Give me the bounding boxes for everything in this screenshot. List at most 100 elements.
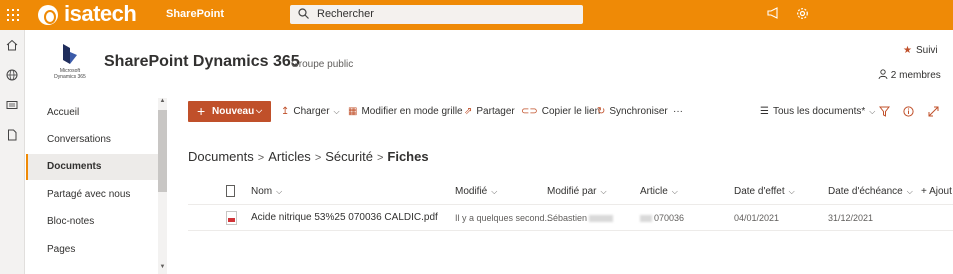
scroll-up-icon[interactable]: ▲ bbox=[158, 98, 167, 104]
command-bar: + Nouveau ⌵ ↥ Charger ⌵ ▦ Modifier en mode … bbox=[185, 98, 953, 125]
column-label: Nom bbox=[251, 186, 273, 197]
nav-item-conversations[interactable]: Conversations bbox=[26, 127, 158, 153]
upload-label: Charger bbox=[293, 106, 330, 117]
site-group-label: Groupe public bbox=[291, 59, 354, 70]
chevron-right-icon: > bbox=[376, 152, 384, 164]
view-label: Tous les documents* bbox=[772, 106, 866, 117]
nav-item-pages[interactable]: Pages bbox=[26, 237, 158, 263]
info-icon[interactable] bbox=[903, 106, 914, 120]
share-label: Partager bbox=[476, 106, 515, 117]
plus-icon: + bbox=[197, 103, 206, 119]
site-title[interactable]: SharePoint Dynamics 365 bbox=[104, 53, 300, 71]
members-label: 2 membres bbox=[890, 70, 941, 81]
waffle-icon[interactable] bbox=[0, 0, 25, 30]
redacted-text bbox=[589, 215, 614, 223]
members-button[interactable]: 2 membres bbox=[878, 69, 941, 81]
chevron-right-icon: > bbox=[257, 152, 265, 164]
search-input[interactable]: Rechercher bbox=[290, 5, 583, 24]
upload-icon: ↥ bbox=[281, 106, 290, 117]
breadcrumb-fiches: Fiches bbox=[387, 149, 429, 164]
view-selector[interactable]: ☰ Tous les documents* ⌵ bbox=[760, 106, 875, 117]
upload-button[interactable]: ↥ Charger ⌵ bbox=[281, 106, 340, 117]
nav-item-bloc-notes[interactable]: Bloc-notes bbox=[26, 209, 158, 235]
chevron-down-icon: ⌵ bbox=[491, 187, 498, 196]
grid-edit-button[interactable]: ▦ Modifier en mode grille bbox=[348, 106, 463, 117]
sync-label: Synchroniser bbox=[609, 106, 668, 117]
search-placeholder: Rechercher bbox=[317, 8, 374, 20]
chevron-down-icon: ⌵ bbox=[256, 106, 263, 115]
redacted-text bbox=[640, 215, 652, 223]
scroll-down-icon[interactable]: ▼ bbox=[158, 264, 167, 270]
scroll-thumb[interactable] bbox=[158, 110, 167, 192]
follow-button[interactable]: ★ Suivi bbox=[903, 45, 938, 56]
breadcrumb-documents[interactable]: Documents bbox=[188, 149, 254, 164]
breadcrumb-securite[interactable]: Sécurité bbox=[325, 149, 373, 164]
brand-name[interactable]: isatech bbox=[64, 1, 137, 27]
cell-modified: Il y a quelques second... bbox=[455, 213, 553, 223]
app-rail bbox=[0, 30, 25, 274]
sync-button[interactable]: ↻ Synchroniser bbox=[597, 106, 668, 117]
site-logo-caption: Microsoft Dynamics 365 bbox=[54, 68, 86, 80]
expand-icon[interactable] bbox=[928, 106, 939, 120]
home-icon[interactable] bbox=[5, 39, 19, 53]
copy-link-label: Copier le lien bbox=[541, 106, 601, 117]
search-icon bbox=[298, 8, 309, 22]
news-icon[interactable] bbox=[5, 99, 19, 113]
pdf-file-icon bbox=[226, 211, 237, 225]
column-label: Date d'effet bbox=[734, 186, 785, 197]
nav-item-documents[interactable]: Documents bbox=[26, 154, 158, 180]
column-header-name[interactable]: Nom ⌵ bbox=[251, 186, 282, 197]
nav-item-accueil[interactable]: Accueil bbox=[26, 100, 158, 126]
share-icon: ⇗ bbox=[464, 106, 473, 117]
person-icon bbox=[878, 69, 888, 80]
follow-label: Suivi bbox=[915, 45, 938, 56]
cell-due-date: 31/12/2021 bbox=[828, 213, 874, 223]
column-header-due-date[interactable]: Date d'échéance ⌵ bbox=[828, 186, 913, 197]
app-name[interactable]: SharePoint bbox=[166, 8, 224, 20]
modified-by-name: Sébastien bbox=[547, 213, 588, 223]
isatech-logo-icon[interactable] bbox=[38, 5, 58, 25]
sync-icon: ↻ bbox=[597, 106, 606, 117]
column-header-modified[interactable]: Modifié ⌵ bbox=[455, 186, 497, 197]
share-button[interactable]: ⇗ Partager bbox=[464, 106, 515, 117]
cell-effective-date: 04/01/2021 bbox=[734, 213, 780, 223]
dynamics-logo-icon bbox=[63, 44, 77, 64]
new-label: Nouveau bbox=[212, 106, 255, 117]
cell-modified-by[interactable]: Sébastien bbox=[547, 213, 614, 223]
column-label: Date d'échéance bbox=[828, 186, 903, 197]
chevron-down-icon: ⌵ bbox=[600, 187, 607, 196]
article-number: 070036 bbox=[654, 213, 685, 223]
cell-article: 070036 bbox=[640, 213, 684, 223]
column-label: Modifié par bbox=[547, 186, 597, 197]
column-header-modified-by[interactable]: Modifié par ⌵ bbox=[547, 186, 607, 197]
nav-item-partage[interactable]: Partagé avec nous bbox=[26, 182, 158, 208]
globe-icon[interactable] bbox=[5, 69, 19, 83]
copy-link-button[interactable]: ⊂⊃ Copier le lien bbox=[521, 106, 600, 117]
list-icon: ☰ bbox=[760, 106, 769, 117]
file-name-link[interactable]: Acide nitrique 53%25 070036 CALDIC.pdf bbox=[251, 212, 438, 223]
more-button[interactable]: ··· bbox=[673, 106, 683, 117]
new-button[interactable]: + Nouveau ⌵ bbox=[188, 101, 271, 122]
site-logo[interactable]: Microsoft Dynamics 365 bbox=[50, 42, 90, 84]
link-icon: ⊂⊃ bbox=[521, 106, 538, 117]
chevron-down-icon: ⌵ bbox=[333, 107, 340, 116]
star-icon: ★ bbox=[903, 45, 912, 56]
megaphone-icon[interactable] bbox=[767, 7, 780, 22]
gear-icon[interactable] bbox=[796, 7, 809, 23]
column-label: Modifié bbox=[455, 186, 488, 197]
add-column-button[interactable]: + Ajout bbox=[921, 186, 952, 197]
column-label: Article bbox=[640, 186, 668, 197]
suite-bar: isatech SharePoint Rechercher bbox=[0, 0, 953, 30]
grid-icon: ▦ bbox=[348, 106, 358, 117]
chevron-down-icon: ⌵ bbox=[869, 107, 876, 116]
file-type-icon[interactable] bbox=[226, 185, 235, 197]
breadcrumb-articles[interactable]: Articles bbox=[268, 149, 311, 164]
filter-icon[interactable] bbox=[878, 106, 891, 120]
document-icon[interactable] bbox=[5, 129, 19, 143]
nav-scrollbar[interactable]: ▲ ▼ bbox=[158, 98, 167, 274]
grid-edit-label: Modifier en mode grille bbox=[361, 106, 463, 117]
document-list-header: Nom ⌵ Modifié ⌵ Modifié par ⌵ Article ⌵ Date… bbox=[188, 178, 953, 205]
column-header-article[interactable]: Article ⌵ bbox=[640, 186, 678, 197]
table-row[interactable]: Acide nitrique 53%25 070036 CALDIC.pdf I… bbox=[188, 205, 953, 231]
column-header-effective-date[interactable]: Date d'effet ⌵ bbox=[734, 186, 795, 197]
